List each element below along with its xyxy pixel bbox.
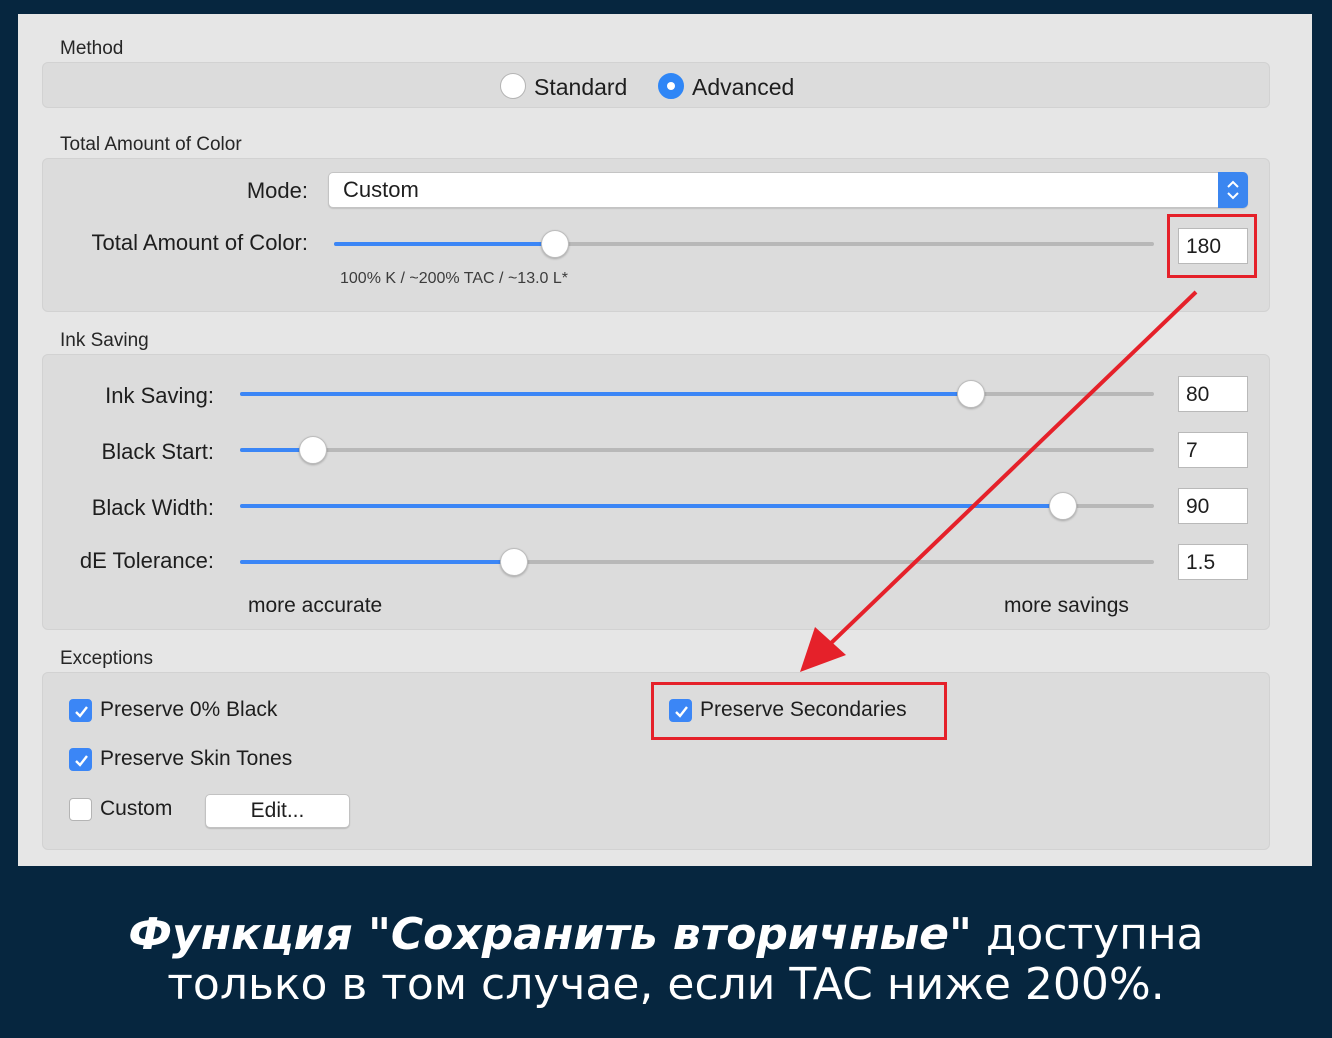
caption-emphasis: Функция "Сохранить вторичные" xyxy=(128,909,972,960)
caption-line-1: Функция "Сохранить вторичные" доступна xyxy=(0,910,1332,960)
caption-line-1-rest: доступна xyxy=(971,909,1204,960)
caption: Функция "Сохранить вторичные" доступна т… xyxy=(0,910,1332,1010)
red-arrow-icon xyxy=(800,290,1198,672)
caption-line-2: только в том случае, если TAC ниже 200%. xyxy=(167,959,1165,1010)
